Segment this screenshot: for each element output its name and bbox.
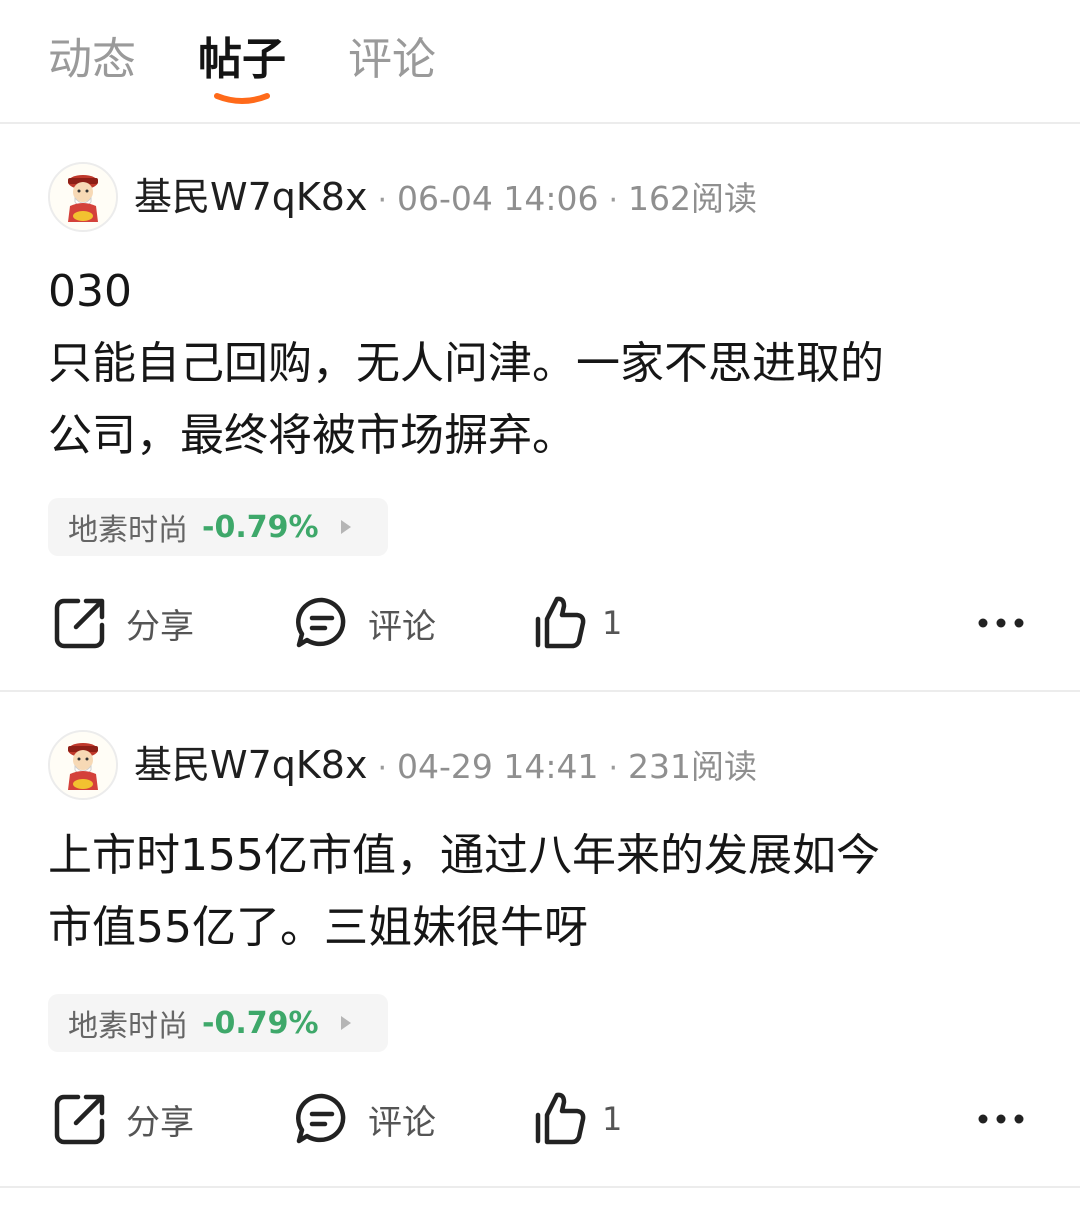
like-count: 1 <box>602 1100 623 1138</box>
active-tab-indicator <box>214 93 270 104</box>
post-meta: 基民W7qK8x · 04-29 14:41 · 231阅读 <box>134 738 757 800</box>
stock-tag[interactable]: 地素时尚 -0.79% <box>48 498 388 556</box>
thumbs-up-icon <box>532 1091 588 1147</box>
stock-name: 地素时尚 <box>68 1009 188 1044</box>
post-content[interactable]: 030 只能自己回购，无人问津。一家不思进取的 公司，最终将被市场摒弃。 <box>48 256 1038 472</box>
username[interactable]: 基民W7qK8x <box>134 175 367 219</box>
post-meta: 基民W7qK8x · 06-04 14:06 · 162阅读 <box>134 170 757 232</box>
comment-bubble-icon <box>294 595 350 651</box>
timestamp: 06-04 14:06 <box>397 179 599 218</box>
timestamp: 04-29 14:41 <box>397 747 599 786</box>
tab-bar: 动态 帖子 评论 <box>0 0 1080 124</box>
share-button[interactable]: 分享 <box>52 1084 194 1154</box>
post-line: 只能自己回购，无人问津。一家不思进取的 <box>48 338 884 389</box>
post-content[interactable]: 上市时155亿市值，通过八年来的发展如今 市值55亿了。三姐妹很牛呀 <box>48 820 1038 964</box>
post-line: 公司，最终将被市场摒弃。 <box>48 410 576 461</box>
read-count: 162阅读 <box>628 179 758 218</box>
meta-separator: · <box>377 751 388 786</box>
post-actions: 分享 评论 1 <box>0 588 1080 658</box>
post-card[interactable]: 基民W7qK8x · 04-29 14:41 · 231阅读 上市时155亿市值，通过八… <box>0 692 1080 1188</box>
post-line: 上市时155亿市值，通过八年来的发展如今 <box>48 830 880 881</box>
stock-name: 地素时尚 <box>68 513 188 548</box>
stock-tag[interactable]: 地素时尚 -0.79% <box>48 994 388 1052</box>
more-dots-icon <box>978 1113 1024 1125</box>
comment-label: 评论 <box>368 1102 436 1143</box>
share-button[interactable]: 分享 <box>52 588 194 658</box>
more-button[interactable] <box>978 588 1024 658</box>
comment-label: 评论 <box>368 606 436 647</box>
tab-comments[interactable]: 评论 <box>348 30 436 90</box>
avatar[interactable] <box>48 730 118 800</box>
post-header: 基民W7qK8x · 06-04 14:06 · 162阅读 <box>48 162 1048 234</box>
stock-change: -0.79% <box>202 509 319 545</box>
read-count: 231阅读 <box>628 747 758 786</box>
cartoon-fortune-god-avatar-icon <box>50 732 116 798</box>
post-line: 市值55亿了。三姐妹很牛呀 <box>48 902 588 953</box>
username[interactable]: 基民W7qK8x <box>134 743 367 787</box>
like-button[interactable]: 1 <box>532 1084 622 1154</box>
meta-separator: · <box>608 751 619 786</box>
comment-bubble-icon <box>294 1091 350 1147</box>
meta-separator: · <box>608 183 619 218</box>
triangle-right-icon <box>340 1016 351 1030</box>
share-icon <box>52 595 108 651</box>
comment-button[interactable]: 评论 <box>294 588 436 658</box>
comment-button[interactable]: 评论 <box>294 1084 436 1154</box>
avatar[interactable] <box>48 162 118 232</box>
more-dots-icon <box>978 617 1024 629</box>
more-button[interactable] <box>978 1084 1024 1154</box>
tab-dynamic[interactable]: 动态 <box>48 30 136 90</box>
like-button[interactable]: 1 <box>532 588 622 658</box>
post-line: 030 <box>48 266 132 317</box>
cartoon-fortune-god-avatar-icon <box>50 164 116 230</box>
meta-separator: · <box>377 183 388 218</box>
post-actions: 分享 评论 1 <box>0 1084 1080 1154</box>
share-icon <box>52 1091 108 1147</box>
share-label: 分享 <box>126 1102 194 1143</box>
triangle-right-icon <box>340 520 351 534</box>
like-count: 1 <box>602 604 623 642</box>
stock-change: -0.79% <box>202 1005 319 1041</box>
post-header: 基民W7qK8x · 04-29 14:41 · 231阅读 <box>48 730 1048 802</box>
share-label: 分享 <box>126 606 194 647</box>
tab-posts[interactable]: 帖子 <box>198 30 286 90</box>
thumbs-up-icon <box>532 595 588 651</box>
post-card[interactable]: 基民W7qK8x · 06-04 14:06 · 162阅读 030 只能自己回购，无人… <box>0 124 1080 692</box>
